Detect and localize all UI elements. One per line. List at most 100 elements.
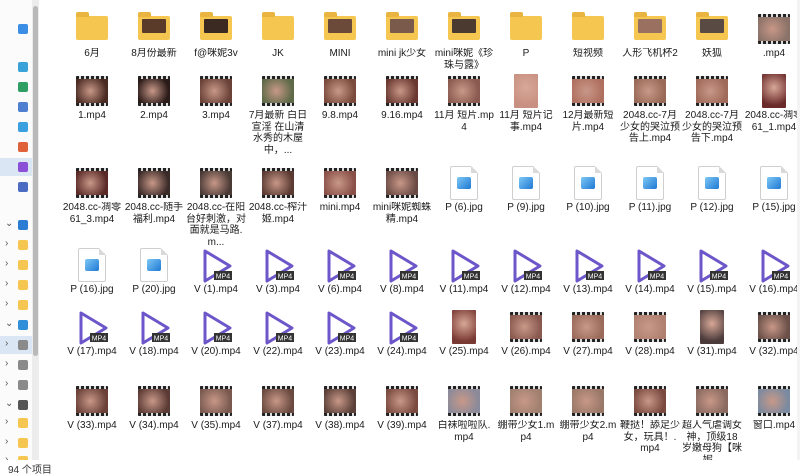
video-thumbnail xyxy=(756,10,792,46)
file-item[interactable]: 9.8.mp4 xyxy=(310,68,370,158)
file-item[interactable]: V (39).mp4 xyxy=(372,378,432,468)
file-item[interactable]: V (37).mp4 xyxy=(248,378,308,468)
file-item[interactable]: 11月 短片.mp4 xyxy=(434,68,494,158)
file-name: V (8).mp4 xyxy=(380,284,424,295)
svg-text:MP4: MP4 xyxy=(712,274,727,281)
file-item[interactable]: 11月 短片记事.mp4 xyxy=(496,68,556,158)
file-name: P (20).jpg xyxy=(132,284,176,295)
file-name: 白袜啦啦队.mp4 xyxy=(437,420,491,443)
file-item[interactable]: 9.16.mp4 xyxy=(372,68,432,158)
file-item[interactable]: V (33).mp4 xyxy=(62,378,122,468)
file-item[interactable]: 2048.cc-随手福利.mp4 xyxy=(124,160,184,250)
file-item[interactable]: 白袜啦啦队.mp4 xyxy=(434,378,494,468)
file-name: V (11).mp4 xyxy=(439,284,489,295)
video-thumbnail xyxy=(756,382,792,418)
video-thumbnail xyxy=(570,308,606,344)
file-item[interactable]: V (38).mp4 xyxy=(310,378,370,468)
image-file-icon xyxy=(632,164,668,200)
image-file-icon xyxy=(508,164,544,200)
folder-icon xyxy=(198,10,234,46)
file-item[interactable]: 1.mp4 xyxy=(62,68,122,158)
mp4-play-icon: MP4 xyxy=(694,246,730,283)
video-thumbnail xyxy=(198,382,234,418)
file-item[interactable]: 绷带少女1.mp4 xyxy=(496,378,556,468)
video-thumbnail xyxy=(632,72,668,108)
file-name: V (38).mp4 xyxy=(315,420,365,431)
video-thumbnail xyxy=(632,308,668,344)
mp4-play-icon: MP4 xyxy=(198,246,234,283)
file-item[interactable]: 窗口.mp4 xyxy=(744,378,800,468)
file-name: JK xyxy=(272,48,284,59)
video-thumbnail xyxy=(74,72,110,108)
file-name: 7月最新 白日宣淫 在山清水秀的木屋中，... xyxy=(248,110,308,156)
file-item[interactable]: 7月最新 白日宣淫 在山清水秀的木屋中，... xyxy=(248,68,308,158)
video-thumbnail xyxy=(694,382,730,418)
file-item[interactable]: 2048.cc-7月少女的哭泣预告上.mp4 xyxy=(620,68,680,158)
video-thumbnail xyxy=(570,72,606,108)
file-item[interactable]: 绷带少女2.mp4 xyxy=(558,378,618,468)
file-item[interactable]: 2048.cc-榨汁姬.mp4 xyxy=(248,160,308,250)
file-item[interactable]: 超人气虐调女神，顶级18岁嫩母狗【咪妮... xyxy=(682,378,742,468)
file-name: V (33).mp4 xyxy=(67,420,117,431)
file-name: 11月 短片记事.mp4 xyxy=(499,110,553,133)
file-name: 2048.cc-榨汁姬.mp4 xyxy=(248,202,308,225)
svg-text:MP4: MP4 xyxy=(526,274,541,281)
file-item[interactable]: 鞭挞！舔足少女，玩具！.mp4 xyxy=(620,378,680,468)
mp4-play-icon: MP4 xyxy=(756,246,792,283)
file-item[interactable]: 2048.cc-凋零61_1.mp4 xyxy=(744,68,800,158)
video-thumbnail xyxy=(260,72,296,108)
video-thumbnail xyxy=(384,72,420,108)
file-item[interactable]: P (11).jpg xyxy=(620,160,680,250)
video-thumbnail xyxy=(694,308,730,344)
file-item[interactable]: 2048.cc-7月少女的哭泣预告下.mp4 xyxy=(682,68,742,158)
file-item[interactable]: 3.mp4 xyxy=(186,68,246,158)
file-item[interactable]: P (12).jpg xyxy=(682,160,742,250)
file-name: V (6).mp4 xyxy=(318,284,362,295)
folder-icon xyxy=(508,10,544,46)
file-item[interactable]: V (34).mp4 xyxy=(124,378,184,468)
svg-text:MP4: MP4 xyxy=(216,274,231,281)
file-item[interactable]: P (6).jpg xyxy=(434,160,494,250)
file-grid: 6月 8月份最新 f@咪妮3v JK MINI mini jk少女 mini咪妮《珍珠与露》… xyxy=(0,0,800,466)
video-thumbnail xyxy=(756,308,792,344)
video-thumbnail xyxy=(136,164,172,200)
file-item[interactable]: 2.mp4 xyxy=(124,68,184,158)
svg-text:MP4: MP4 xyxy=(278,274,293,281)
file-name: 妖狐 xyxy=(702,48,722,59)
file-item[interactable]: 12月最新短片.mp4 xyxy=(558,68,618,158)
video-thumbnail xyxy=(136,382,172,418)
file-item[interactable]: V (35).mp4 xyxy=(186,378,246,468)
file-name: 9.16.mp4 xyxy=(381,110,423,121)
mp4-play-icon: MP4 xyxy=(384,246,420,283)
file-name: V (13).mp4 xyxy=(563,284,613,295)
file-name: V (15).mp4 xyxy=(687,284,737,295)
file-item[interactable]: 2048.cc-凋零61_3.mp4 xyxy=(62,160,122,250)
file-item[interactable]: P (10).jpg xyxy=(558,160,618,250)
folder-icon xyxy=(322,10,358,46)
file-item[interactable]: P (15).jpg xyxy=(744,160,800,250)
file-name: 2.mp4 xyxy=(140,110,168,121)
file-name: P (12).jpg xyxy=(690,202,734,213)
file-item[interactable]: P (9).jpg xyxy=(496,160,556,250)
svg-text:MP4: MP4 xyxy=(216,336,231,343)
video-thumbnail xyxy=(694,72,730,108)
file-name: f@咪妮3v xyxy=(194,48,238,59)
file-name: V (24).mp4 xyxy=(377,346,427,357)
video-thumbnail xyxy=(508,308,544,344)
video-thumbnail xyxy=(446,72,482,108)
file-item[interactable]: mini.mp4 xyxy=(310,160,370,250)
file-name: 短视频 xyxy=(573,48,603,59)
svg-text:MP4: MP4 xyxy=(402,274,417,281)
file-name: V (31).mp4 xyxy=(687,346,737,357)
folder-icon xyxy=(570,10,606,46)
video-thumbnail xyxy=(384,164,420,200)
mp4-play-icon: MP4 xyxy=(508,246,544,283)
svg-text:MP4: MP4 xyxy=(278,336,293,343)
file-item[interactable]: 2048.cc-在阳台好刺激，对面就是马路.m... xyxy=(186,160,246,250)
file-name: V (23).mp4 xyxy=(315,346,365,357)
video-thumbnail xyxy=(74,164,110,200)
file-name: 3.mp4 xyxy=(202,110,230,121)
file-item[interactable]: mini咪妮蜘蛛精.mp4 xyxy=(372,160,432,250)
mp4-play-icon: MP4 xyxy=(322,246,358,283)
image-file-icon xyxy=(74,246,110,282)
